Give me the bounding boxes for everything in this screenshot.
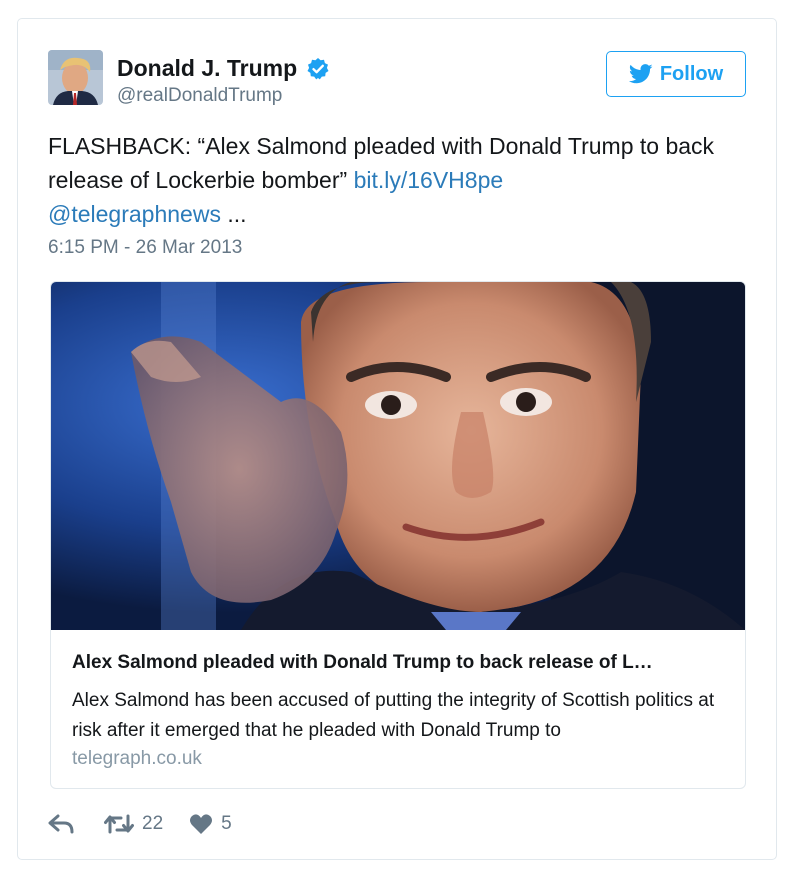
avatar[interactable] bbox=[48, 50, 103, 105]
author-handle[interactable]: @realDonaldTrump bbox=[117, 85, 282, 107]
tweet-actions: 22 5 bbox=[48, 809, 232, 839]
reply-icon bbox=[48, 814, 74, 834]
avatar-image bbox=[48, 50, 103, 105]
retweet-button[interactable]: 22 bbox=[104, 813, 163, 835]
link-preview-card[interactable]: Alex Salmond pleaded with Donald Trump t… bbox=[50, 281, 746, 789]
tweet-text: FLASHBACK: “Alex Salmond pleaded with Do… bbox=[48, 129, 738, 231]
tweet-ellipsis: ... bbox=[227, 201, 247, 227]
tweet-link[interactable]: bit.ly/16VH8pe bbox=[354, 167, 504, 193]
author-name[interactable]: Donald J. Trump bbox=[117, 55, 330, 82]
card-title: Alex Salmond pleaded with Donald Trump t… bbox=[72, 652, 653, 673]
card-domain: telegraph.co.uk bbox=[72, 748, 202, 769]
follow-button[interactable]: Follow bbox=[606, 51, 746, 97]
like-button[interactable]: 5 bbox=[189, 813, 232, 835]
tweet-mention[interactable]: @telegraphnews bbox=[48, 201, 221, 227]
heart-icon bbox=[190, 814, 213, 834]
verified-badge-icon bbox=[307, 57, 329, 79]
reply-button[interactable] bbox=[48, 813, 74, 835]
retweet-icon bbox=[104, 814, 134, 834]
card-image bbox=[51, 282, 745, 630]
author-name-text: Donald J. Trump bbox=[117, 55, 298, 81]
tweet-card: Donald J. Trump @realDonaldTrump Follow … bbox=[17, 18, 777, 860]
twitter-bird-icon bbox=[628, 64, 653, 84]
card-description: Alex Salmond has been accused of putting… bbox=[72, 690, 715, 741]
like-count: 5 bbox=[221, 813, 232, 834]
tweet-timestamp[interactable]: 6:15 PM - 26 Mar 2013 bbox=[48, 237, 242, 259]
retweet-count: 22 bbox=[142, 813, 164, 834]
follow-button-label: Follow bbox=[659, 62, 724, 85]
